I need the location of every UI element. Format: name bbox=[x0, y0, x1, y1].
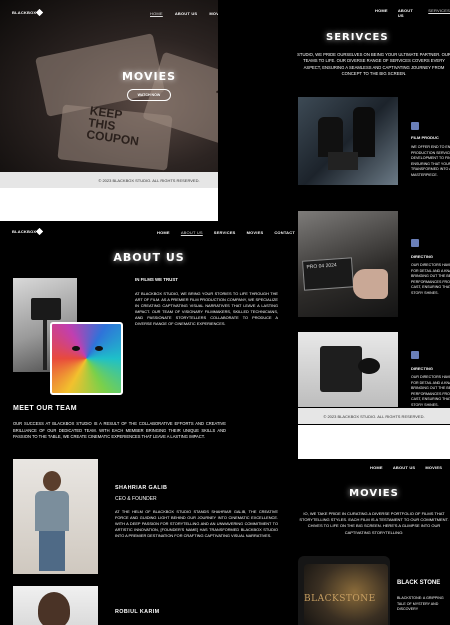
diamond-icon bbox=[36, 8, 44, 17]
camera-body bbox=[31, 298, 61, 320]
eye-shape bbox=[72, 346, 80, 351]
brand-logo[interactable]: BLACKBOX bbox=[12, 227, 44, 236]
nav-link-services[interactable]: SERVICES bbox=[214, 230, 236, 235]
nav-link-about[interactable]: ABOUT US bbox=[181, 230, 203, 235]
about-title: ABOUT US bbox=[113, 251, 185, 264]
movie-poster-card[interactable]: BLACKSTONE bbox=[298, 556, 390, 625]
head-shape bbox=[38, 592, 70, 625]
movie-name[interactable]: BLACK STONE bbox=[397, 580, 440, 586]
top-nav: BLACKBOX HOME ABOUT US SERVICES MOVIES C… bbox=[0, 221, 298, 245]
movies-list-page: HOME ABOUT US MOVIES MOVIES IO, WE TAKE … bbox=[298, 459, 450, 625]
about-subtitle: IN FILMS WE TRUST bbox=[135, 277, 178, 282]
movies-intro: IO, WE TAKE PRIDE IN CURATING A DIVERSE … bbox=[299, 511, 449, 535]
movies-title: MOVIES bbox=[349, 488, 399, 499]
nav-link-about[interactable]: ABOUT US bbox=[175, 11, 198, 16]
clapperboard-icon bbox=[411, 239, 419, 247]
shirt-shape bbox=[35, 491, 69, 531]
camera-icon bbox=[411, 351, 419, 359]
services-title: SERIVCES bbox=[326, 32, 389, 43]
service-image-camera bbox=[298, 332, 398, 407]
camera-body bbox=[320, 346, 362, 392]
service-item-text: OUR DIRECTORS HAVE AN EYE FOR DETAIL AND… bbox=[411, 263, 450, 295]
member-name: ROBIUL KARIM bbox=[115, 609, 160, 615]
service-item-title: FILM PRODUC bbox=[411, 135, 439, 140]
nav-link-about[interactable]: ABOUT US bbox=[398, 8, 418, 18]
service-image-clapperboard: PRO 04 2024 bbox=[298, 211, 398, 317]
nav-link-movies[interactable]: MOVIES bbox=[425, 465, 442, 470]
service-image-film-crew bbox=[298, 97, 398, 185]
nav-link-about[interactable]: ABOUT US bbox=[393, 465, 416, 470]
nav-link-services[interactable]: SERVICES bbox=[428, 8, 450, 18]
team-title: MEET OUR TEAM bbox=[13, 405, 77, 412]
camera-shape bbox=[328, 152, 358, 170]
nav-links: HOME ABOUT US MOVIES bbox=[370, 465, 442, 470]
nav-links: HOME ABOUT US SERVICES bbox=[375, 8, 450, 18]
services-intro: STUDIO, WE PRIDE OURSELVES ON BEING YOUR… bbox=[297, 52, 450, 77]
member-name: SHAHRIAR GALIB bbox=[115, 485, 168, 491]
service-item-text: WE OFFER END TO END PRODUCTION SERVICES,… bbox=[411, 145, 450, 177]
member-photo-robiul bbox=[13, 586, 98, 625]
top-nav: HOME ABOUT US MOVIES bbox=[298, 459, 450, 483]
diamond-icon bbox=[36, 227, 44, 236]
nav-link-home[interactable]: HOME bbox=[150, 11, 163, 16]
film-icon bbox=[411, 122, 419, 130]
service-item-title: DIRECTING bbox=[411, 366, 433, 371]
movie-description: BLACKSTONE: A GRIPPING TALE OF MYSTERY A… bbox=[397, 596, 444, 612]
member-photo-shahriar bbox=[13, 459, 98, 574]
about-text: AT BLACKBOX STUDIO, WE BRING YOUR STORIE… bbox=[135, 291, 278, 327]
tripod-leg bbox=[43, 320, 47, 370]
ticket-print: KEEP THIS COUPON bbox=[86, 104, 143, 149]
head-shape bbox=[43, 471, 61, 491]
service-item-title: DIRECTING bbox=[411, 254, 433, 259]
crew-silhouette bbox=[353, 107, 375, 157]
eye-shape bbox=[95, 346, 103, 351]
brand-logo-text: BLACKBOX bbox=[12, 10, 37, 15]
service-item-text: OUR DIRECTORS HAVE AN EYE FOR DETAIL AND… bbox=[411, 375, 450, 407]
nav-link-home[interactable]: HOME bbox=[370, 465, 383, 470]
watch-now-button[interactable]: WATCH NOW bbox=[127, 89, 171, 101]
top-nav: HOME ABOUT US SERVICES bbox=[218, 0, 450, 24]
brand-logo-text: BLACKBOX bbox=[12, 229, 37, 234]
clapperboard-shape: PRO 04 2024 bbox=[302, 257, 354, 291]
jeans-shape bbox=[39, 531, 65, 571]
team-text: OUR SUCCESS AT BLACKBOX STUDIO IS A RESU… bbox=[13, 421, 226, 440]
nav-link-contact[interactable]: CONTACT bbox=[274, 230, 295, 235]
footer: © 2023 BLACKBOX STUDIO. ALL RIGHTS RESER… bbox=[298, 408, 450, 424]
nav-link-home[interactable]: HOME bbox=[375, 8, 388, 18]
hand-shape bbox=[353, 269, 388, 299]
camera-lens bbox=[358, 358, 380, 374]
movie-poster-image: BLACKSTONE bbox=[304, 564, 388, 625]
nav-link-home[interactable]: HOME bbox=[157, 230, 170, 235]
clapperboard-text: PRO 04 2024 bbox=[306, 262, 337, 271]
brand-logo[interactable]: BLACKBOX bbox=[12, 8, 44, 17]
poster-title-text: BLACKSTONE bbox=[304, 594, 376, 604]
member-role: CEO & FOUNDER bbox=[115, 496, 157, 502]
crew-silhouette bbox=[318, 117, 343, 157]
about-painted-face-image bbox=[50, 322, 123, 395]
member-bio: AT THE HELM OF BLACKBOX STUDIO STANDS SH… bbox=[115, 509, 278, 539]
about-page: BLACKBOX HOME ABOUT US SERVICES MOVIES C… bbox=[0, 221, 298, 625]
nav-links: HOME ABOUT US SERVICES MOVIES CONTACT bbox=[157, 230, 295, 235]
nav-link-movies[interactable]: MOVIES bbox=[247, 230, 264, 235]
